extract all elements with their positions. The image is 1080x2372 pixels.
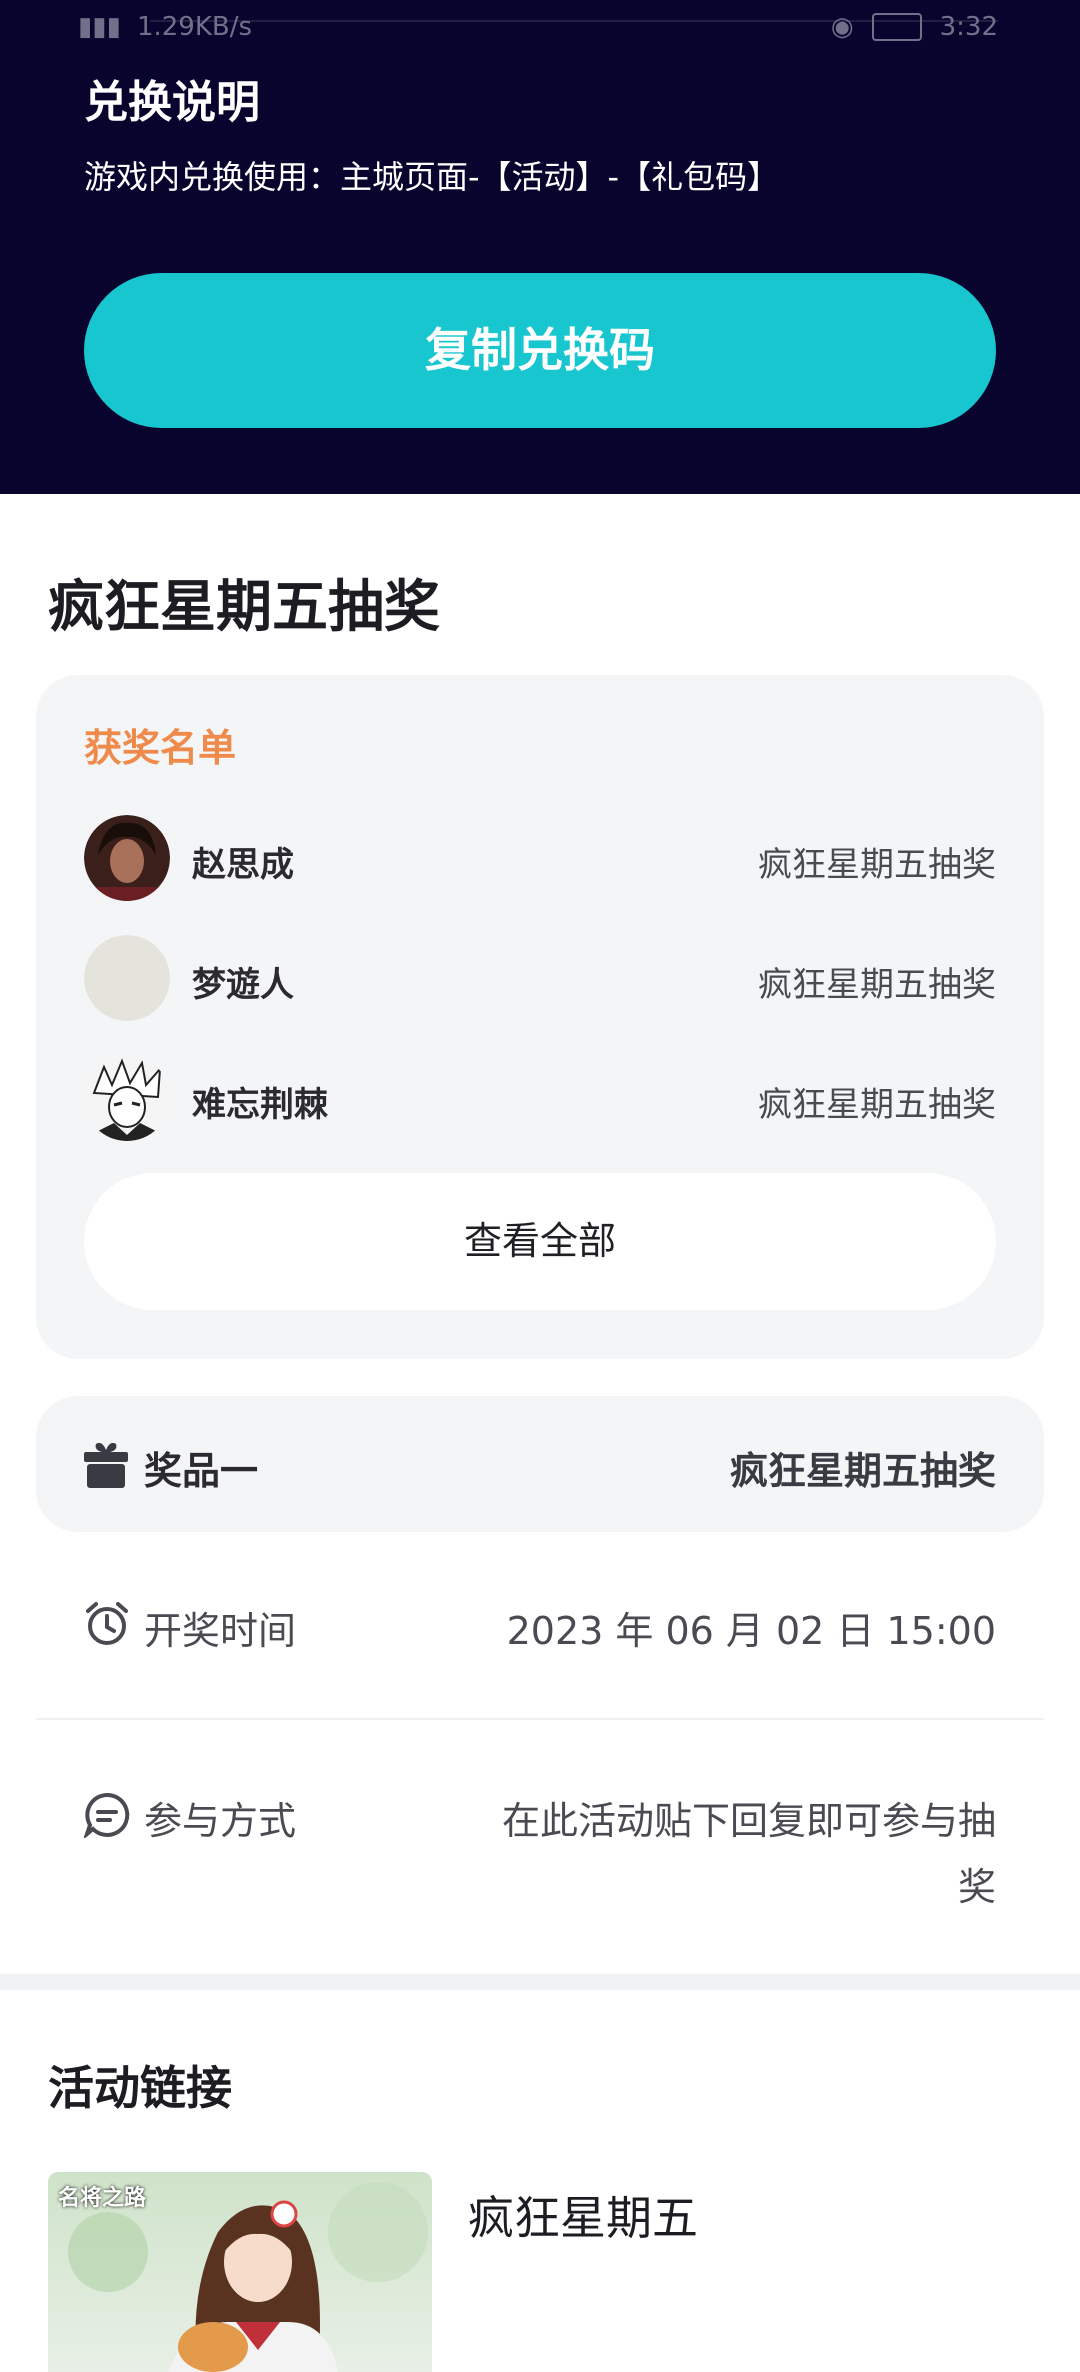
winner-name: 赵思成 bbox=[192, 845, 294, 885]
winner-prize: 疯狂星期五抽奖 bbox=[758, 845, 996, 885]
redeem-title: 兑换说明 bbox=[84, 77, 260, 128]
winner-name: 难忘荆棘 bbox=[192, 1085, 328, 1125]
copy-code-button[interactable]: 复制兑换码 bbox=[84, 273, 996, 428]
draw-time-label: 开奖时间 bbox=[144, 1609, 297, 1653]
game-logo: 名将之路 bbox=[58, 2185, 147, 2211]
winners-title: 获奖名单 bbox=[84, 726, 237, 770]
winner-name: 梦遊人 bbox=[192, 965, 294, 1005]
eye-icon: ◉ bbox=[830, 12, 854, 42]
join-method-value-line1: 在此活动贴下回复即可参与抽 bbox=[501, 1799, 996, 1843]
redeem-description: 游戏内兑换使用：主城页面-【活动】-【礼包码】 bbox=[84, 158, 780, 196]
join-method-label: 参与方式 bbox=[144, 1799, 297, 1843]
section-separator bbox=[0, 1974, 1080, 1990]
gift-icon bbox=[84, 1442, 128, 1488]
activity-thumbnail[interactable]: 名将之路 bbox=[48, 2172, 432, 2372]
avatar[interactable] bbox=[84, 1055, 170, 1141]
winner-prize: 疯狂星期五抽奖 bbox=[758, 965, 996, 1005]
clock: 3:32 bbox=[939, 12, 998, 42]
avatar[interactable] bbox=[84, 815, 170, 901]
activity-links-title: 活动链接 bbox=[48, 2061, 232, 2115]
winner-prize: 疯狂星期五抽奖 bbox=[758, 1085, 996, 1125]
alarm-clock-icon bbox=[86, 1602, 128, 1645]
view-all-button[interactable]: 查看全部 bbox=[84, 1173, 996, 1310]
signal-icon: ▮▮▮ bbox=[78, 12, 121, 42]
lottery-title: 疯狂星期五抽奖 bbox=[48, 575, 440, 640]
draw-time-value: 2023 年 06 月 02 日 15:00 bbox=[506, 1609, 996, 1653]
network-speed: 1.29KB/s bbox=[136, 12, 253, 42]
prize-label: 奖品一 bbox=[144, 1449, 259, 1493]
prize-value: 疯狂星期五抽奖 bbox=[729, 1449, 996, 1493]
chat-icon bbox=[84, 1792, 130, 1838]
status-bar: ▮▮▮ 1.29KB/s ◉ 3:32 bbox=[0, 0, 1080, 50]
join-method-value-line2: 奖 bbox=[957, 1865, 996, 1909]
avatar[interactable] bbox=[84, 935, 170, 1021]
activity-link-title[interactable]: 疯狂星期五 bbox=[468, 2182, 698, 2248]
prize-card: 奖品一 疯狂星期五抽奖 bbox=[36, 1396, 1044, 1532]
winner-row[interactable]: 难忘荆棘 疯狂星期五抽奖 bbox=[84, 1055, 996, 1143]
divider bbox=[36, 1718, 1044, 1720]
winner-row[interactable]: 梦遊人 疯狂星期五抽奖 bbox=[84, 935, 996, 1023]
battery-icon bbox=[871, 13, 922, 41]
winners-card: 获奖名单 赵思成 疯狂星期五抽奖 梦遊人 疯狂星期五抽奖 难忘荆棘 疯狂星期五抽… bbox=[36, 675, 1044, 1359]
redeem-header: ▮▮▮ 1.29KB/s ◉ 3:32 兑换说明 游戏内兑换使用：主城页面-【活… bbox=[0, 0, 1080, 494]
winner-row[interactable]: 赵思成 疯狂星期五抽奖 bbox=[84, 815, 996, 903]
